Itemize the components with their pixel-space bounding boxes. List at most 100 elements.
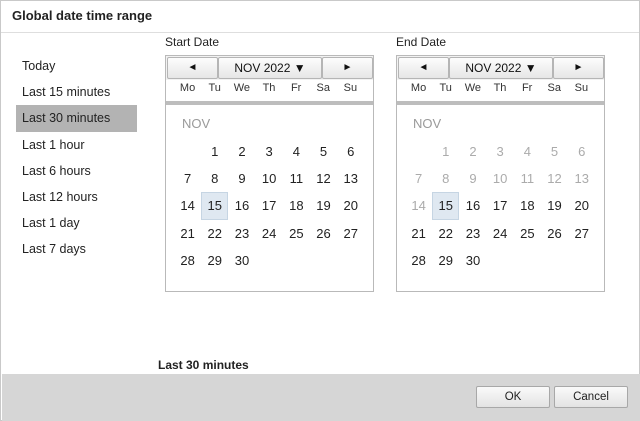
calendar-day[interactable]: 8	[201, 165, 228, 192]
calendar-day[interactable]: 28	[405, 247, 432, 274]
ok-button[interactable]: OK	[476, 386, 550, 408]
calendar-day[interactable]: 9	[228, 165, 255, 192]
weekday-label: Sa	[316, 82, 330, 94]
preset-last-12-hours[interactable]: Last 12 hours	[16, 184, 137, 210]
weekday-label: Fr	[290, 82, 302, 94]
preset-last-1-day[interactable]: Last 1 day	[16, 210, 137, 236]
preset-last-30-minutes[interactable]: Last 30 minutes	[16, 105, 137, 132]
start-prev-month-button[interactable]: ◄	[167, 57, 218, 79]
end-date-label: End Date	[396, 35, 447, 49]
start-month-name: NOV	[182, 116, 211, 131]
calendar-day[interactable]: 13	[337, 165, 364, 192]
calendar-day[interactable]: 23	[459, 220, 486, 247]
calendar-week-row: 21 22 23 24 25 26 27	[405, 220, 596, 247]
calendar-day[interactable]: 26	[310, 220, 337, 247]
calendar-day: 7	[414, 171, 423, 187]
calendar-day[interactable]: 14	[174, 192, 201, 219]
calendar-day[interactable]: 16	[228, 192, 255, 219]
end-next-month-button[interactable]: ►	[553, 57, 604, 79]
calendar-day[interactable]: 23	[228, 220, 255, 247]
calendar-day[interactable]: 25	[283, 220, 310, 247]
calendar-empty-cell	[310, 247, 337, 274]
calendar-day[interactable]: 30	[459, 247, 486, 274]
calendar-day[interactable]: 19	[310, 192, 337, 219]
calendar-empty-cell	[568, 247, 595, 274]
calendar-week-row: 1 2 3 4 5 6	[405, 138, 596, 165]
calendar-day: 13	[574, 171, 589, 187]
calendar-day[interactable]: 20	[568, 192, 595, 219]
calendar-day[interactable]: 1	[201, 138, 228, 165]
calendar-day-today[interactable]: 15	[432, 192, 460, 220]
calendar-day[interactable]: 21	[174, 220, 201, 247]
calendar-day[interactable]: 17	[487, 192, 514, 219]
calendar-day-today[interactable]: 15	[201, 192, 229, 220]
calendar-empty-cell	[487, 247, 514, 274]
calendar-day[interactable]: 27	[337, 220, 364, 247]
calendar-day[interactable]: 30	[228, 247, 255, 274]
preset-last-15-minutes[interactable]: Last 15 minutes	[16, 79, 137, 105]
selected-range-summary: Last 30 minutes	[158, 358, 249, 372]
end-month-name: NOV	[413, 116, 442, 131]
calendar-week-row: 28 29 30	[174, 247, 365, 274]
calendar-day[interactable]: 4	[283, 138, 310, 165]
calendar-empty-cell	[514, 247, 541, 274]
start-weekday-row: Mo Tu We Th Fr Sa Su	[174, 80, 364, 96]
calendar-day[interactable]: 24	[256, 220, 283, 247]
calendar-day[interactable]: 24	[487, 220, 514, 247]
calendar-day[interactable]: 28	[174, 247, 201, 274]
calendar-day: 12	[547, 171, 562, 187]
calendar-day: 9	[469, 171, 477, 187]
calendar-day[interactable]: 3	[256, 138, 283, 165]
calendar-day[interactable]: 29	[432, 247, 459, 274]
calendar-day[interactable]: 2	[228, 138, 255, 165]
calendar-day[interactable]: 17	[256, 192, 283, 219]
calendar-day[interactable]: 12	[310, 165, 337, 192]
calendar-day[interactable]: 27	[568, 220, 595, 247]
calendar-day[interactable]: 7	[174, 165, 201, 192]
calendar-day[interactable]: 25	[514, 220, 541, 247]
preset-last-7-days[interactable]: Last 7 days	[16, 236, 137, 262]
arrow-right-icon: ►	[342, 62, 353, 73]
calendar-day[interactable]: 22	[201, 220, 228, 247]
weekday-label: Su	[574, 82, 589, 94]
calendar-day: 4	[523, 144, 531, 159]
calendar-day[interactable]: 16	[459, 192, 486, 219]
weekday-label: We	[233, 82, 250, 94]
calendar-week-row: 14 15 16 17 18 19 20	[405, 192, 596, 220]
calendar-day[interactable]: 21	[405, 220, 432, 247]
calendar-day: 1	[442, 144, 450, 159]
calendar-day[interactable]: 11	[283, 165, 310, 192]
start-next-month-button[interactable]: ►	[322, 57, 373, 79]
start-date-label: Start Date	[165, 35, 220, 49]
calendar-day[interactable]: 6	[337, 138, 364, 165]
calendar-week-row: 7 8 9 10 11 12 13	[405, 165, 596, 192]
calendar-week-row: 7 8 9 10 11 12 13	[174, 165, 365, 192]
end-month-dropdown[interactable]: NOV 2022 ▼	[449, 57, 553, 79]
preset-last-6-hours[interactable]: Last 6 hours	[16, 158, 137, 184]
calendar-day[interactable]: 22	[432, 220, 459, 247]
calendar-day[interactable]: 26	[541, 220, 568, 247]
calendar-divider	[397, 101, 604, 105]
dialog-title: Global date time range	[12, 8, 153, 23]
calendar-day[interactable]: 19	[541, 192, 568, 219]
calendar-empty-cell	[174, 138, 201, 165]
start-month-dropdown[interactable]: NOV 2022 ▼	[218, 57, 322, 79]
end-weekday-row: Mo Tu We Th Fr Sa Su	[405, 80, 595, 96]
preset-last-1-hour[interactable]: Last 1 hour	[16, 132, 137, 158]
calendar-day: 11	[520, 171, 535, 187]
weekday-label: Mo	[179, 82, 196, 94]
calendar-day[interactable]: 10	[256, 165, 283, 192]
preset-range-list: Today Last 15 minutes Last 30 minutes La…	[16, 53, 137, 263]
preset-today[interactable]: Today	[16, 53, 137, 79]
cancel-button[interactable]: Cancel	[554, 386, 628, 408]
end-prev-month-button[interactable]: ◄	[398, 57, 449, 79]
calendar-day: 2	[469, 144, 477, 159]
date-range-dialog: Global date time range Today Last 15 min…	[0, 0, 640, 421]
calendar-day[interactable]: 5	[310, 138, 337, 165]
dialog-footer: OK Cancel	[2, 374, 640, 421]
calendar-day[interactable]: 20	[337, 192, 364, 219]
weekday-label: We	[464, 82, 481, 94]
calendar-day[interactable]: 18	[514, 192, 541, 219]
calendar-day[interactable]: 18	[283, 192, 310, 219]
calendar-day[interactable]: 29	[201, 247, 228, 274]
